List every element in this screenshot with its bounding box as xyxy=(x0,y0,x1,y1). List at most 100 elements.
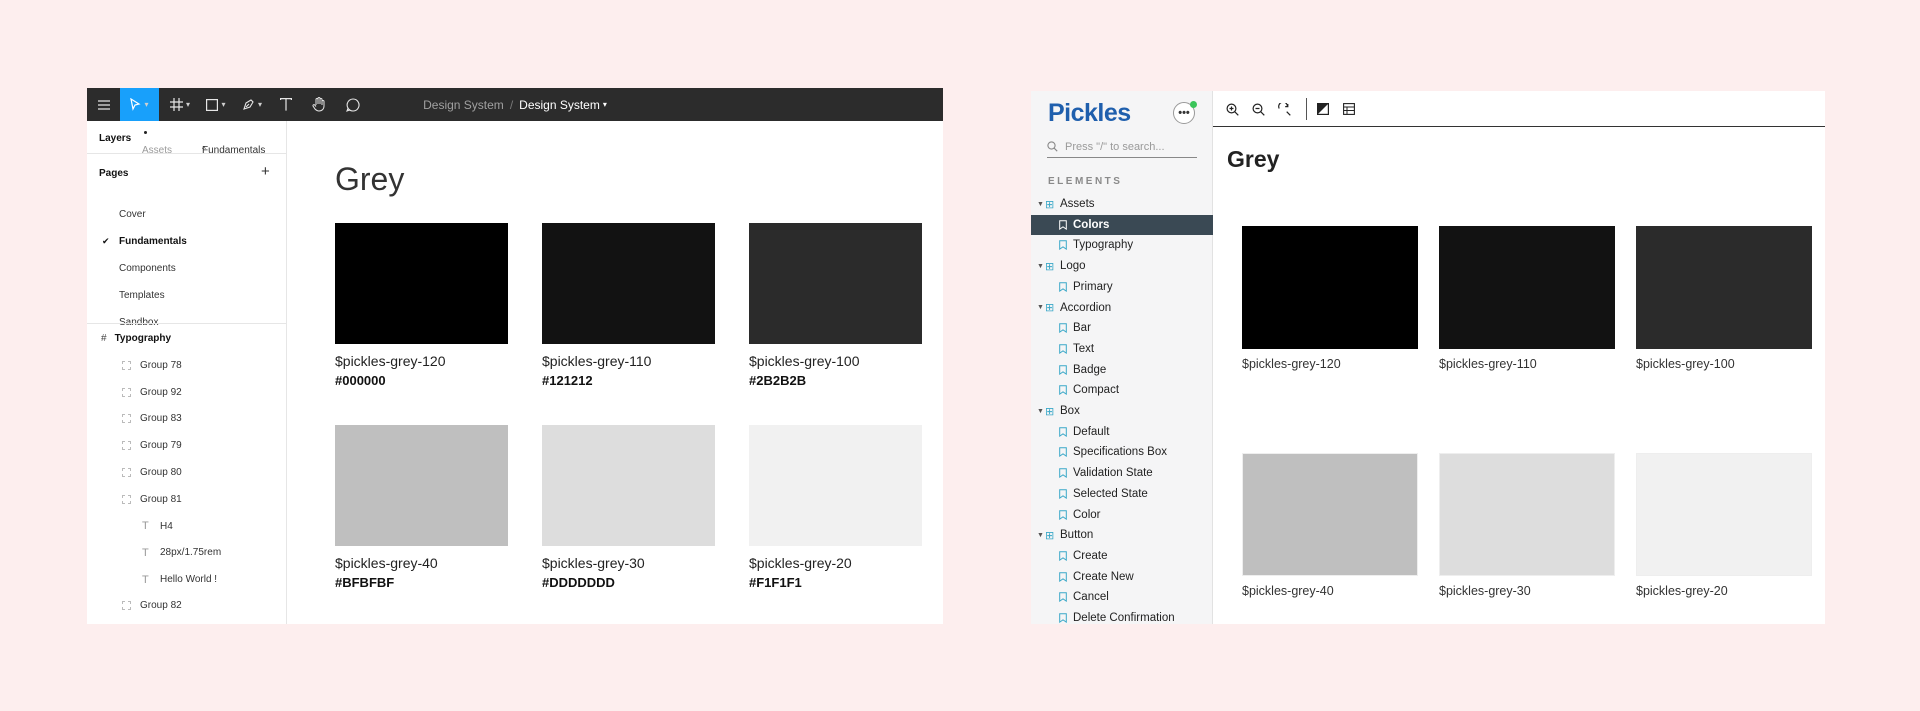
nav-label: Typography xyxy=(1073,239,1134,252)
color-swatch[interactable] xyxy=(1242,453,1418,576)
bookmark-icon xyxy=(1059,426,1067,440)
pickles-logo[interactable]: Pickles xyxy=(1048,99,1131,128)
nav-item[interactable]: Specifications Box xyxy=(1031,442,1213,462)
swatch-name: $pickles-grey-120 xyxy=(335,353,446,369)
group-layer-icon xyxy=(122,601,131,611)
frame-layer-typography[interactable]: # Typography xyxy=(101,333,171,344)
bookmark-icon xyxy=(1059,323,1067,336)
color-swatch[interactable] xyxy=(1636,453,1812,576)
breadcrumb-project[interactable]: Design System xyxy=(423,98,504,112)
nav-label: Colors xyxy=(1073,218,1110,231)
nav-label: Default xyxy=(1073,425,1110,438)
nav-item[interactable]: Badge xyxy=(1031,360,1213,380)
group-layer-icon xyxy=(122,441,131,451)
layer-item[interactable]: Group 83 xyxy=(122,413,182,424)
nav-item[interactable]: Cancel xyxy=(1031,587,1213,607)
chevron-down-icon[interactable]: ▾ xyxy=(603,100,607,109)
nav-item[interactable]: Validation State xyxy=(1031,463,1213,483)
bookmark-icon xyxy=(1059,551,1067,564)
reset-zoom-button[interactable] xyxy=(1275,100,1293,118)
layer-item[interactable]: Group 78 xyxy=(122,360,182,371)
nav-label: Assets xyxy=(1060,198,1095,210)
zoom-out-icon xyxy=(1251,102,1265,116)
breadcrumb: Design System / Design System ▾ xyxy=(87,88,943,121)
nav-label: Text xyxy=(1073,342,1095,355)
add-page-button[interactable]: + xyxy=(261,163,270,180)
nav-item[interactable]: Selected State xyxy=(1031,484,1213,504)
design-canvas[interactable]: Grey $pickles-grey-120 #000000 $pickles-gr… xyxy=(287,121,943,624)
search-icon xyxy=(1047,141,1058,152)
color-swatch[interactable] xyxy=(335,425,508,546)
nav-item[interactable]: Bar xyxy=(1031,318,1213,338)
unread-dot-icon xyxy=(144,131,147,134)
page-item[interactable]: Fundamentals xyxy=(119,236,187,247)
group-layer-icon xyxy=(122,467,131,477)
caret-down-icon: ▼ xyxy=(1037,262,1044,270)
swatch-name: $pickles-grey-100 xyxy=(1636,357,1735,371)
bookmark-icon xyxy=(1059,468,1067,481)
nav-label: Create New xyxy=(1073,570,1134,583)
swatch-name: $pickles-grey-110 xyxy=(542,353,652,369)
nav-item[interactable]: Text xyxy=(1031,339,1213,359)
swatch-name: $pickles-grey-20 xyxy=(749,555,852,571)
layer-item[interactable]: Group 92 xyxy=(122,387,182,398)
layer-label: Group 82 xyxy=(140,600,182,612)
nav-group[interactable]: ▼ ⊞ Button xyxy=(1031,525,1213,545)
nav-item[interactable]: Compact xyxy=(1031,380,1213,400)
page-item[interactable]: Templates xyxy=(119,290,165,301)
sidebar-tabs: Layers Assets Fundamentals ^ xyxy=(87,121,287,156)
layer-label: 28px/1.75rem xyxy=(160,547,222,559)
color-swatch[interactable] xyxy=(1242,226,1418,349)
page-item[interactable]: Components xyxy=(119,263,176,274)
tab-layers[interactable]: Layers xyxy=(99,133,131,144)
page-item[interactable]: Cover xyxy=(119,209,146,220)
nav-item[interactable]: Create New xyxy=(1031,567,1213,587)
layer-item[interactable]: T Hello World ! xyxy=(142,574,217,586)
swatch-name: $pickles-grey-30 xyxy=(1439,584,1531,598)
swatch-hex: #DDDDDDD xyxy=(542,575,615,590)
nav-item[interactable]: Typography xyxy=(1031,235,1213,255)
color-swatch[interactable] xyxy=(1439,453,1615,576)
color-swatch[interactable] xyxy=(542,223,715,344)
nav-group[interactable]: ▼ ⊞ Box xyxy=(1031,401,1213,421)
status-dot xyxy=(1190,101,1197,108)
color-swatch[interactable] xyxy=(542,425,715,546)
nav-label: Selected State xyxy=(1073,487,1148,500)
nav-group[interactable]: ▼ ⊞ Accordion xyxy=(1031,298,1213,318)
color-swatch[interactable] xyxy=(335,223,508,344)
zoom-out-button[interactable] xyxy=(1249,100,1267,118)
nav-label: Compact xyxy=(1073,384,1120,397)
nav-item[interactable]: Delete Confirmation xyxy=(1031,608,1213,624)
toggle-grid-button[interactable] xyxy=(1340,100,1358,118)
nav-item[interactable]: Colors xyxy=(1031,214,1213,235)
nav-item[interactable]: Primary xyxy=(1031,277,1213,297)
color-swatch[interactable] xyxy=(749,425,922,546)
group-layer-icon xyxy=(122,361,131,370)
layer-item[interactable]: T 28px/1.75rem xyxy=(142,547,221,559)
component-icon: ⊞ xyxy=(1045,198,1055,211)
caret-down-icon: ▼ xyxy=(1037,304,1044,311)
swatch-hex: #F1F1F1 xyxy=(749,575,802,590)
nav-label: Primary xyxy=(1073,280,1113,293)
zoom-in-button[interactable] xyxy=(1223,100,1241,118)
breadcrumb-file[interactable]: Design System xyxy=(519,98,600,112)
layer-item[interactable]: Group 82 xyxy=(122,600,182,611)
color-swatch[interactable] xyxy=(1439,226,1615,349)
docs-content: Grey $pickles-grey-120 $pickles-grey-110 $… xyxy=(1213,91,1825,624)
nav-group[interactable]: ▼ ⊞ Logo xyxy=(1031,256,1213,276)
layer-item[interactable]: T H4 xyxy=(142,520,173,532)
color-swatch[interactable] xyxy=(1636,226,1812,349)
canvas-title: Grey xyxy=(335,161,405,197)
nav-item[interactable]: Create xyxy=(1031,546,1213,566)
color-swatch[interactable] xyxy=(749,223,922,344)
search-input[interactable] xyxy=(1065,138,1195,156)
layer-item[interactable]: Group 79 xyxy=(122,440,182,451)
swatch-hex: #000000 xyxy=(335,373,386,388)
layer-item[interactable]: Group 80 xyxy=(122,467,182,478)
nav-item[interactable]: Default xyxy=(1031,422,1213,442)
nav-item[interactable]: Color xyxy=(1031,505,1213,525)
component-icon: ⊞ xyxy=(1045,302,1055,314)
layer-item[interactable]: Group 81 xyxy=(122,494,182,505)
toggle-background-button[interactable] xyxy=(1314,100,1332,118)
nav-group[interactable]: ▼ ⊞ Assets xyxy=(1031,194,1213,214)
